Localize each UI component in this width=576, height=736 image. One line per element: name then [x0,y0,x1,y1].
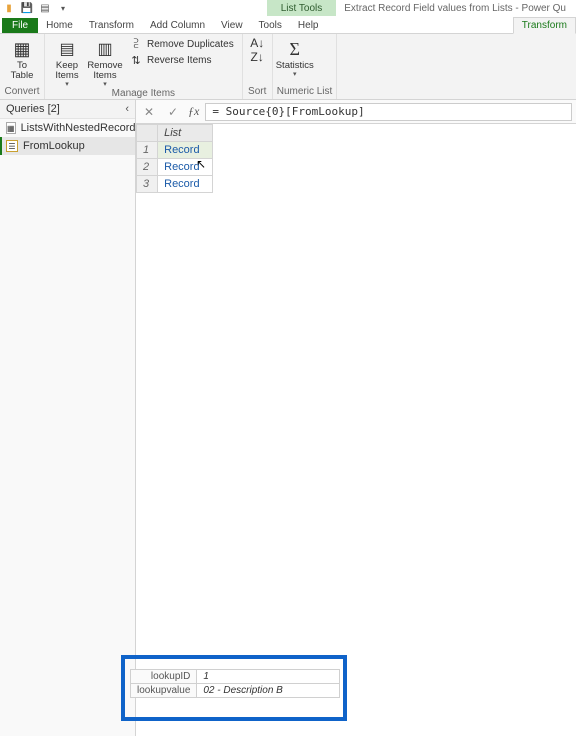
record-field-key: lookupvalue [131,684,197,698]
title-bar: ▮ 💾 ▤ ▾ List Tools Extract Record Field … [0,0,576,16]
formula-input[interactable] [205,103,572,121]
record-field-value: 02 - Description B [197,684,340,698]
list-icon: ☰ [6,140,18,152]
preview-pane: ✕ ✓ ƒx List 1 Record 2 Record [136,100,576,736]
tab-context-transform[interactable]: Transform [513,17,576,34]
tab-home[interactable]: Home [38,18,81,33]
table-row[interactable]: 3 Record [137,176,213,193]
tab-view[interactable]: View [213,18,251,33]
group-label-numeric: Numeric List [277,86,333,99]
accept-formula-icon[interactable]: ✓ [164,103,182,121]
data-grid[interactable]: List 1 Record 2 Record 3 Record [136,124,213,193]
record-field-value: 1 [197,670,340,684]
group-label-convert: Convert [4,86,40,99]
query-label: FromLookup [23,140,85,152]
to-table-button[interactable]: ▦ To Table [4,36,40,81]
queries-pane: Queries [2] ‹ ▦ ListsWithNestedRecords ☰… [0,100,136,736]
queries-header: Queries [2] ‹ [0,100,135,119]
main-area: Queries [2] ‹ ▦ ListsWithNestedRecords ☰… [0,100,576,736]
row-number: 3 [137,176,158,193]
reverse-icon: ⇅ [129,53,143,67]
table-icon: ▦ [9,38,35,60]
keep-icon: ▤ [54,38,80,60]
chevron-down-icon: ▾ [87,81,122,88]
ribbon-group-numeric: Σ Statistics▾ Numeric List [273,34,338,99]
sort-asc-icon[interactable]: A↓ [250,36,264,50]
window-title: Extract Record Field values from Lists -… [336,3,574,14]
tab-transform[interactable]: Transform [81,18,142,33]
remove-icon: ▥ [92,38,118,60]
column-header-list[interactable]: List [158,125,213,142]
cell-record[interactable]: Record [158,176,213,193]
row-number: 1 [137,142,158,159]
reverse-items-button[interactable]: ⇅ Reverse Items [125,52,238,68]
row-number-header [137,125,158,142]
sort-desc-icon[interactable]: Z↓ [251,50,264,64]
group-label-sort: Sort [247,86,268,99]
save-icon[interactable]: 💾 [20,1,34,15]
query-item-fromlookup[interactable]: ☰ FromLookup [0,137,135,155]
chevron-down-icon: ▾ [55,81,78,88]
remove-duplicates-icon: ⫔ [129,37,143,51]
record-detail-panel: lookupID 1 lookupvalue 02 - Description … [130,669,340,698]
ribbon-group-manage: ▤ Keep Items▾ ▥ Remove Items▾ ⫔ Remove D… [45,34,243,99]
tab-add-column[interactable]: Add Column [142,18,213,33]
app-icon: ▮ [2,1,16,15]
queries-title: Queries [2] [6,103,60,115]
fx-icon[interactable]: ƒx [188,104,199,119]
qat-dropdown-icon[interactable]: ▾ [56,1,70,15]
tab-file[interactable]: File [2,18,38,33]
remove-duplicates-button[interactable]: ⫔ Remove Duplicates [125,36,238,52]
formula-bar: ✕ ✓ ƒx [136,100,576,124]
data-grid-wrap: List 1 Record 2 Record 3 Record ↖ [136,124,576,736]
table-icon: ▦ [6,122,16,134]
chevron-down-icon: ▾ [276,71,314,78]
record-field-key: lookupID [131,670,197,684]
cell-record[interactable]: Record [158,159,213,176]
query-item-lists[interactable]: ▦ ListsWithNestedRecords [0,119,135,137]
properties-icon[interactable]: ▤ [38,1,52,15]
query-label: ListsWithNestedRecords [21,122,141,134]
cell-record[interactable]: Record [158,142,213,159]
ribbon-group-sort: A↓ Z↓ Sort [243,34,273,99]
sigma-icon: Σ [282,38,308,60]
ribbon-group-convert: ▦ To Table Convert [0,34,45,99]
remove-items-button[interactable]: ▥ Remove Items▾ [87,36,123,88]
quick-access-toolbar: ▮ 💾 ▤ ▾ [2,1,70,15]
keep-items-button[interactable]: ▤ Keep Items▾ [49,36,85,88]
context-tool-tab[interactable]: List Tools [267,0,337,16]
ribbon: ▦ To Table Convert ▤ Keep Items▾ ▥ Remov… [0,34,576,100]
statistics-button[interactable]: Σ Statistics▾ [277,36,313,78]
table-row[interactable]: 1 Record [137,142,213,159]
ribbon-tab-strip: File Home Transform Add Column View Tool… [0,16,576,34]
table-row[interactable]: 2 Record [137,159,213,176]
record-field-row: lookupvalue 02 - Description B [131,684,340,698]
row-number: 2 [137,159,158,176]
tab-help[interactable]: Help [290,18,327,33]
collapse-pane-icon[interactable]: ‹ [125,103,129,115]
cancel-formula-icon[interactable]: ✕ [140,103,158,121]
record-field-row: lookupID 1 [131,670,340,684]
tab-tools[interactable]: Tools [251,18,290,33]
